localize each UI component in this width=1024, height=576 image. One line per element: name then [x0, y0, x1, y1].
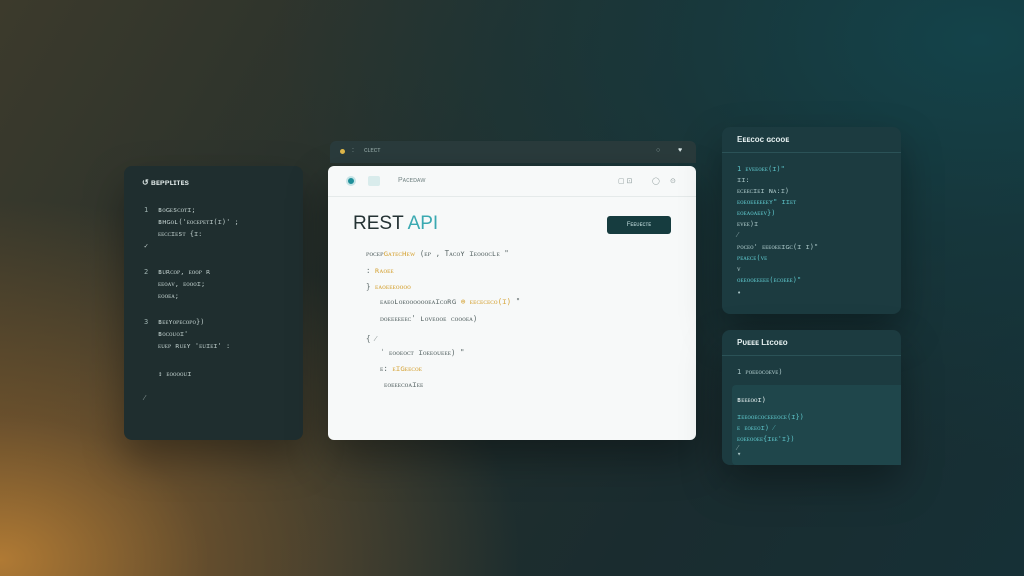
- code-line: ʙᴏɢᴇsᴄᴏᴛɪ;: [158, 206, 196, 214]
- right-bottom-title: Pᴜᴇᴇᴇ Lɪᴄᴏᴇᴏ: [722, 330, 901, 356]
- code-line: : ʀᴀᴏᴇᴇ: [366, 266, 394, 275]
- status-dot-icon: [340, 149, 345, 154]
- heart-icon[interactable]: ♥: [678, 147, 682, 154]
- code-line: ᴇᴀᴇᴏʟᴏᴇᴏᴏᴏᴏᴏᴏᴇᴀɪᴄᴏʀɢ ⊕ ᴇᴇᴄᴇᴄᴇᴄᴏ(ɪ) ": [380, 297, 521, 306]
- user-icon[interactable]: ◯: [652, 177, 660, 185]
- window-tab-bar: : ᴄʟᴇᴄᴛ ○ ♥: [330, 141, 696, 163]
- right-bottom-panel: Pᴜᴇᴇᴇ Lɪᴄᴏᴇᴏ 1 ᴘᴏᴇᴇᴏᴄᴏᴇᴠᴇ) ʙᴇᴇᴇᴏᴏɪ) ɪᴇᴇᴏ…: [722, 330, 901, 465]
- code-line: ᴇᴇᴄᴄɪᴇsᴛ {ɪ:: [158, 230, 203, 238]
- check-icon: ✓: [144, 242, 149, 250]
- code-line: ᴇᴇᴏᴀᴠ, ᴇᴏᴏᴏɪ;: [158, 280, 206, 288]
- code-line: ʙᴜʀᴄᴏᴘ, ᴇᴏᴏᴘ ʀ: [158, 268, 211, 276]
- logo-icon: [346, 176, 356, 186]
- code-line: ᴏᴇᴇᴏᴏᴇᴇᴇᴇᴇ(ᴇᴄᴏᴇᴇᴇ)": [737, 276, 802, 284]
- code-line: ʙᴏᴄᴏᴜᴏɪ': [158, 330, 189, 338]
- tab-label[interactable]: ᴄʟᴇᴄᴛ: [364, 147, 380, 154]
- right-top-title: Eᴇᴇᴄᴏᴄ ɢᴄᴏᴏᴇ: [722, 127, 901, 153]
- code-line: ⁄: [144, 394, 146, 402]
- code-line: ᴇᴏᴇᴇᴇᴄᴏᴀɪᴇᴇ: [384, 380, 424, 389]
- code-line: ᴠ: [737, 265, 741, 273]
- code-line: ˈ ᴇᴏᴏᴇᴏᴄᴛ ɪᴏᴇᴇᴏᴜᴇᴇᴇ) ": [380, 348, 465, 357]
- code-line: ʙᴇᴇʏᴏᴘᴇᴄᴏᴘᴏ}): [158, 318, 205, 326]
- code-line: ɪɪ:: [737, 176, 750, 184]
- code-line: ʙʜɢᴏʟ('ᴇᴏᴄᴇᴘᴇᴛɪ(ɪ)' ;: [158, 218, 239, 226]
- code-line: •: [737, 289, 742, 297]
- book-icon: [368, 176, 380, 186]
- code-line: ᴘᴏᴄᴇᴘɢᴀᴛᴇᴄʜᴇᴡ (ᴇᴘ , Tᴀᴄᴏʏ ɪᴇᴏᴏᴏᴄʟᴇ ": [366, 249, 509, 258]
- code-line: ↕ ᴇᴏᴏᴏᴏᴜɪ: [158, 370, 192, 378]
- code-line: } ᴇᴀᴏᴇᴇᴇᴏᴏᴏᴏ: [366, 282, 411, 291]
- code-line: ʙᴇᴇᴇᴏᴏɪ): [737, 396, 766, 404]
- code-line: ᴘᴇᴀᴇᴄᴇ(ᴠᴇ: [737, 254, 768, 262]
- code-line: ᴇᴄᴇᴇᴄɪᴇɪ ɴᴀ:ɪ): [737, 187, 790, 195]
- main-window: Pᴀᴄᴇᴅᴀᴡ ▢ ⊡ ◯ ⊙ REST API Fᴇᴇᴜᴇᴄᴛᴇ ᴘᴏᴄᴇᴘɢ…: [328, 166, 696, 440]
- primary-button[interactable]: Fᴇᴇᴜᴇᴄᴛᴇ: [607, 216, 671, 234]
- code-line: ᴇᴜᴇᴘ ʀᴜᴇʏ 'ᴇᴜɪᴇɪ' :: [158, 342, 231, 350]
- code-line: ᴇᴏᴇᴀᴏᴀᴇᴇᴠ}): [737, 209, 776, 217]
- code-line: ɪᴇᴇᴏᴏᴇᴄᴏᴄᴇᴇᴇᴏᴄᴇ(ɪ}): [737, 413, 804, 421]
- window-icons[interactable]: ▢ ⊡: [618, 177, 632, 185]
- code-line: ᴇᴏᴇᴏᴇᴇᴇᴇᴇᴇʏ" ɪɪᴇᴛ: [737, 198, 797, 206]
- code-line: 1 ᴇᴠᴇᴇᴏᴇᴇ(ɪ)": [737, 165, 785, 173]
- code-line: ᴇᴠᴇᴇ)ɪ: [737, 220, 759, 228]
- page-title: REST API: [353, 213, 439, 234]
- settings-icon[interactable]: ⊙: [670, 177, 676, 185]
- code-line: ᴇ ᴇᴏᴇᴇᴏɪ) ⁄: [737, 424, 775, 432]
- code-line: ᴇᴏᴏᴇᴀ;: [158, 292, 179, 300]
- code-line: ⁄: [737, 231, 739, 239]
- circle-icon[interactable]: ○: [656, 147, 660, 154]
- chevron-down-icon[interactable]: ▾: [737, 450, 741, 458]
- code-line: ᴘᴏᴄᴇᴏ' ᴇᴇᴇᴏᴇᴇɪɢᴄ(ɪ ɪ)": [737, 243, 819, 251]
- left-panel-title: ↺ ʙᴇᴘᴘʟɪᴛᴇs: [142, 178, 189, 187]
- right-top-panel: Eᴇᴇᴄᴏᴄ ɢᴄᴏᴏᴇ 1 ᴇᴠᴇᴇᴏᴇᴇ(ɪ)" ɪɪ: ᴇᴄᴇᴇᴄɪᴇɪ …: [722, 127, 901, 314]
- left-code-panel: ↺ ʙᴇᴘᴘʟɪᴛᴇs 1 ʙᴏɢᴇsᴄᴏᴛɪ; ʙʜɢᴏʟ('ᴇᴏᴄᴇᴘᴇᴛɪ…: [124, 166, 303, 440]
- window-header: Pᴀᴄᴇᴅᴀᴡ ▢ ⊡ ◯ ⊙: [328, 166, 696, 197]
- code-line: ᴇ: ᴇɪɢᴇᴇᴄᴏᴇ: [380, 364, 423, 373]
- code-line: { ⁄: [366, 334, 377, 343]
- code-line: 1 ᴘᴏᴇᴇᴏᴄᴏᴇᴠᴇ): [737, 368, 783, 376]
- code-line: ᴅᴏᴇᴇᴇᴇᴇᴇᴄ' ʟᴏᴠᴇᴏᴏᴇ ᴄᴏᴏᴏᴇᴀ): [380, 314, 478, 323]
- header-label: Pᴀᴄᴇᴅᴀᴡ: [398, 177, 426, 184]
- code-line: ᴇᴏᴇᴇᴏᴏᴇᴇ{ɪᴇᴇ'ɪ}): [737, 435, 795, 443]
